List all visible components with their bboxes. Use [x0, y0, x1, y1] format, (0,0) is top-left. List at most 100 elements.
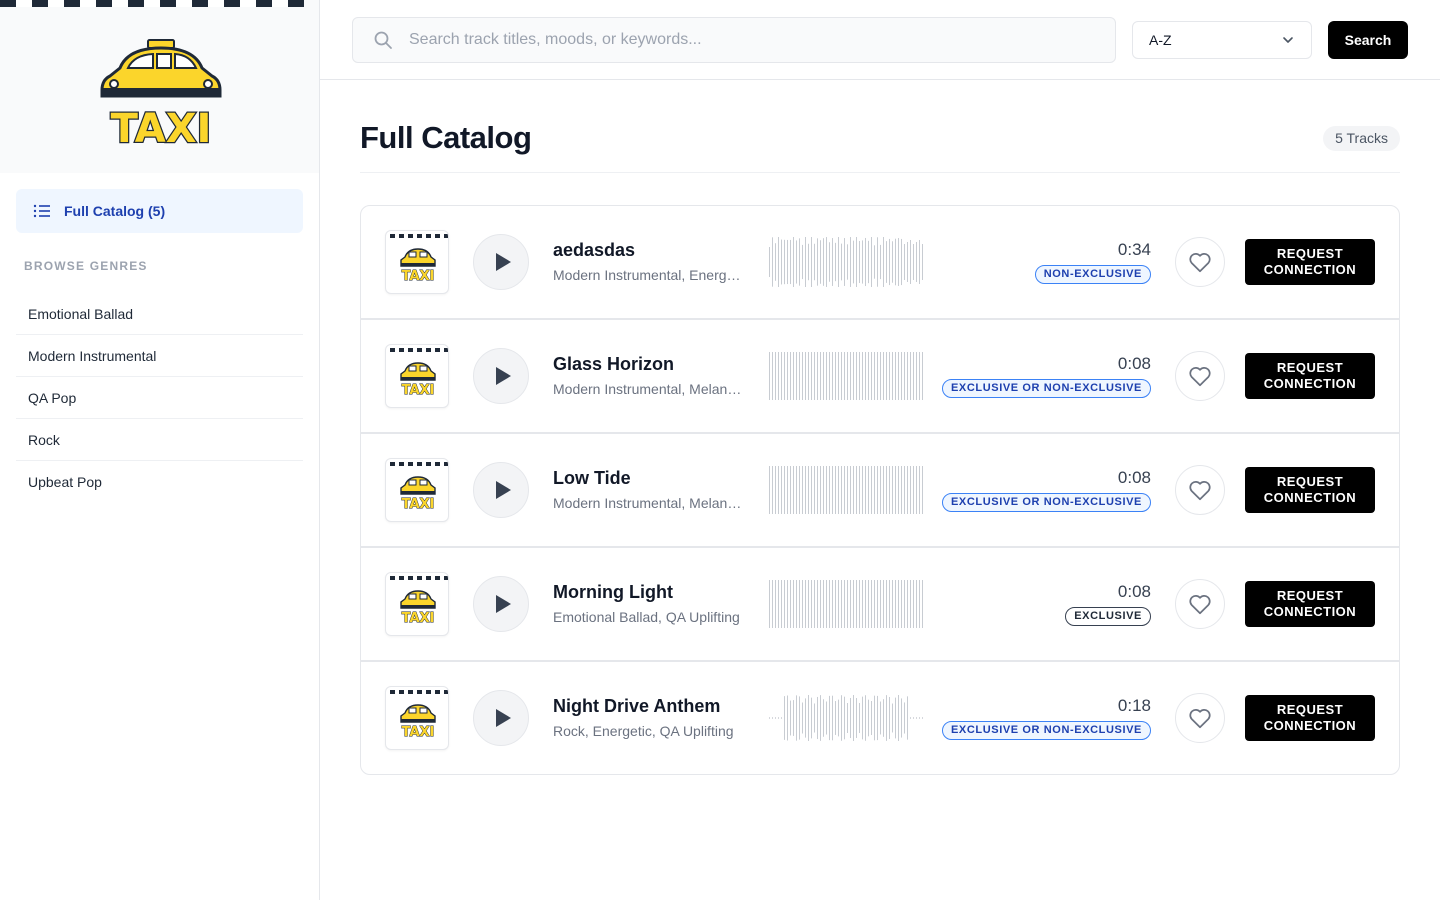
waveform-bar	[904, 702, 905, 734]
waveform-bar	[880, 466, 881, 514]
waveform-bar	[826, 580, 827, 628]
waveform-bar	[832, 466, 833, 514]
waveform-bar	[916, 466, 917, 514]
waveform-bar	[880, 701, 881, 735]
request-connection-button[interactable]: REQUEST CONNECTION	[1245, 695, 1375, 741]
waveform[interactable]	[769, 692, 925, 744]
request-connection-button[interactable]: REQUEST CONNECTION	[1245, 581, 1375, 627]
waveform-bar	[814, 703, 815, 733]
waveform-bar	[853, 695, 854, 741]
waveform-bar	[886, 580, 887, 628]
taxi-logo[interactable]: TAXI	[98, 38, 224, 150]
waveform-bar	[901, 352, 902, 400]
sidebar-nav: Full Catalog (5) BROWSE GENRES Emotional…	[0, 173, 319, 503]
waveform-bar	[847, 466, 848, 514]
waveform-bar	[922, 717, 923, 719]
waveform-bar	[901, 466, 902, 514]
waveform-bar	[829, 242, 830, 282]
request-connection-button[interactable]: REQUEST CONNECTION	[1245, 239, 1375, 285]
waveform[interactable]	[769, 464, 925, 516]
waveform-bar	[814, 466, 815, 514]
waveform[interactable]	[769, 578, 925, 630]
brand-header: TAXI	[0, 0, 319, 173]
waveform-bar	[877, 695, 878, 741]
favorite-button[interactable]	[1175, 579, 1225, 629]
waveform-bar	[784, 352, 785, 400]
waveform-bar	[772, 466, 773, 514]
waveform-bar	[823, 466, 824, 514]
sidebar-item-rock[interactable]: Rock	[16, 419, 303, 461]
svg-text:TAXI: TAXI	[402, 383, 435, 397]
play-button[interactable]	[473, 234, 529, 290]
sidebar-item-full-catalog[interactable]: Full Catalog (5)	[16, 189, 303, 233]
search-button[interactable]: Search	[1328, 21, 1408, 59]
waveform-bar	[913, 717, 914, 719]
waveform-bar	[805, 352, 806, 400]
track-title[interactable]: Glass Horizon	[553, 354, 674, 375]
favorite-button[interactable]	[1175, 351, 1225, 401]
search-box[interactable]	[352, 17, 1116, 63]
waveform-bar	[868, 466, 869, 514]
waveform[interactable]	[769, 236, 925, 288]
play-button[interactable]	[473, 690, 529, 746]
artwork-checker-stripe	[390, 690, 448, 694]
waveform-bar	[796, 466, 797, 514]
waveform-bar	[820, 695, 821, 741]
waveform-bar	[883, 237, 884, 287]
waveform-bar	[907, 696, 908, 740]
waveform-bar	[823, 699, 824, 737]
play-button[interactable]	[473, 576, 529, 632]
track-title[interactable]: Low Tide	[553, 468, 631, 489]
waveform-bar	[844, 352, 845, 400]
waveform-bar	[769, 466, 770, 514]
play-button[interactable]	[473, 462, 529, 518]
waveform-bar	[910, 352, 911, 400]
waveform-bar	[853, 352, 854, 400]
request-connection-button[interactable]: REQUEST CONNECTION	[1245, 353, 1375, 399]
track-title[interactable]: aedasdas	[553, 240, 635, 261]
sidebar-item-modern-instrumental[interactable]: Modern Instrumental	[16, 335, 303, 377]
waveform-bar	[823, 580, 824, 628]
favorite-button[interactable]	[1175, 465, 1225, 515]
app: TAXI Full Catalog (5) BROWSE GENRES Emot…	[0, 0, 1440, 900]
favorite-button[interactable]	[1175, 693, 1225, 743]
waveform-bar	[871, 466, 872, 514]
search-input[interactable]	[409, 31, 1089, 49]
waveform-bar	[826, 237, 827, 287]
waveform-bar	[793, 352, 794, 400]
track-title[interactable]: Morning Light	[553, 582, 673, 603]
waveform-bar	[796, 240, 797, 284]
waveform-bar	[838, 466, 839, 514]
waveform[interactable]	[769, 350, 925, 402]
waveform-bar	[874, 695, 875, 741]
waveform-bar	[820, 580, 821, 628]
waveform-bar	[802, 466, 803, 514]
waveform-bar	[769, 580, 770, 628]
waveform-bar	[811, 466, 812, 514]
sidebar-item-upbeat-pop[interactable]: Upbeat Pop	[16, 461, 303, 503]
artwork-checker-stripe	[390, 234, 448, 238]
waveform-bar	[877, 352, 878, 400]
waveform-bar	[880, 244, 881, 280]
waveform-bar	[880, 580, 881, 628]
sidebar-item-emotional-ballad[interactable]: Emotional Ballad	[16, 293, 303, 335]
waveform-bar	[808, 352, 809, 400]
track-title[interactable]: Night Drive Anthem	[553, 696, 720, 717]
waveform-bar	[793, 700, 794, 736]
favorite-button[interactable]	[1175, 237, 1225, 287]
request-connection-button[interactable]: REQUEST CONNECTION	[1245, 467, 1375, 513]
sidebar-item-qa-pop[interactable]: QA Pop	[16, 377, 303, 419]
waveform-bar	[904, 466, 905, 514]
waveform-bar	[826, 466, 827, 514]
waveform-bar	[841, 466, 842, 514]
page-header: Full Catalog 5 Tracks	[360, 80, 1400, 173]
svg-text:TAXI: TAXI	[402, 725, 435, 739]
play-icon	[496, 709, 511, 727]
play-button[interactable]	[473, 348, 529, 404]
sort-select[interactable]: A-Z	[1132, 21, 1312, 59]
waveform-bar	[820, 240, 821, 284]
catalog-section: Full Catalog 5 Tracks TAXI aedasdas Mode…	[360, 80, 1400, 775]
track-duration: 0:08	[1117, 354, 1151, 373]
waveform-bar	[781, 352, 782, 400]
waveform-bar	[784, 696, 785, 740]
